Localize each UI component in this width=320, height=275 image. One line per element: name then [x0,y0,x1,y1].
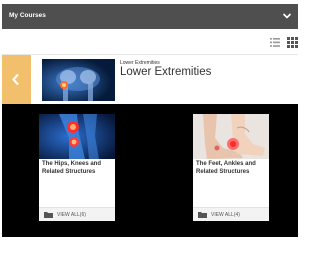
card-footer[interactable]: VIEW ALL(6) [39,207,115,221]
card-title: The Feet, Ankles and Related Structures [196,161,256,175]
my-courses-bar[interactable]: My Courses [2,4,298,29]
card-footer[interactable]: VIEW ALL(4) [193,207,269,221]
my-courses-title: My Courses [9,12,46,19]
view-all-link[interactable]: VIEW ALL(6) [57,212,86,218]
folder-icon [44,212,53,218]
lower-extremities-thumbnail [42,59,115,101]
feet-ankles-image [193,114,269,159]
card-title: The Hips, Knees and Related Structures [42,161,102,175]
hips-knees-image [39,114,115,159]
course-card[interactable]: The Hips, Knees and Related Structures V… [39,114,115,221]
course-card[interactable]: The Feet, Ankles and Related Structures … [193,114,269,221]
folder-icon [198,212,207,218]
page-title: Lower Extremities [120,66,212,78]
chevron-down-icon[interactable] [282,11,292,21]
list-view-icon[interactable] [270,38,280,47]
view-all-link[interactable]: VIEW ALL(4) [211,212,240,218]
course-header: Lower Extremities Lower Extremities [2,55,298,104]
grid-view-icon[interactable] [287,37,298,48]
back-button[interactable] [2,55,31,104]
chevron-left-icon [12,73,19,86]
view-toggle-bar [2,29,298,55]
course-grid: The Hips, Knees and Related Structures V… [2,104,298,237]
